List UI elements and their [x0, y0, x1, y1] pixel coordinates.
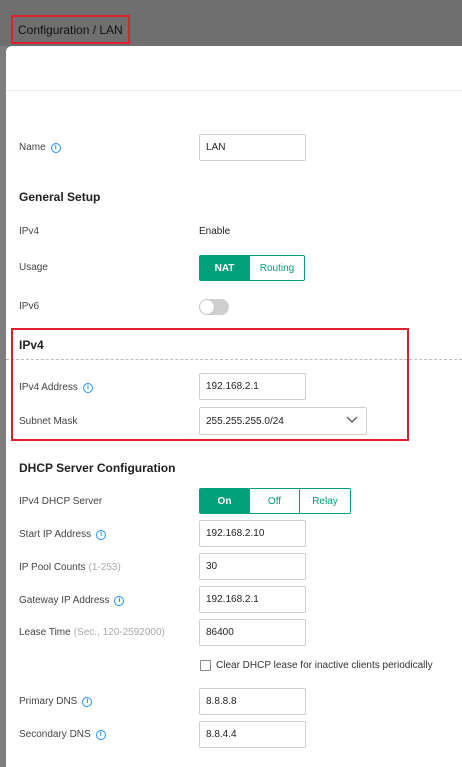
dhcp-server-label: IPv4 DHCP Server [19, 496, 103, 507]
primary-dns-input[interactable]: 8.8.8.8 [199, 688, 306, 715]
usage-segmented-control: NAT Routing [199, 255, 305, 281]
info-icon[interactable]: i [95, 729, 106, 740]
lease-time-input[interactable]: 86400 [199, 619, 306, 646]
general-setup-title: General Setup [19, 190, 101, 204]
info-icon[interactable]: i [114, 595, 125, 606]
lease-time-hint: (Sec., 120-2592000) [73, 627, 165, 638]
ipv4-status: Enable [199, 226, 231, 237]
toggle-knob [200, 300, 214, 314]
lease-time-label: Lease Time (Sec., 120-2592000) [19, 627, 165, 638]
breadcrumb: Configuration / LAN [18, 23, 123, 37]
pool-counts-hint: (1-253) [88, 562, 121, 573]
start-ip-label-text: Start IP Address [19, 529, 92, 540]
info-icon[interactable]: i [96, 529, 107, 540]
clear-lease-label: Clear DHCP lease for inactive clients pe… [216, 660, 433, 671]
gateway-ip-input[interactable]: 192.168.2.1 [199, 586, 306, 613]
ipv4-highlight [11, 328, 409, 441]
usage-nat-button[interactable]: NAT [200, 256, 249, 280]
clear-lease-checkbox[interactable] [200, 660, 211, 671]
gateway-ip-label-text: Gateway IP Address [19, 595, 110, 606]
start-ip-input[interactable]: 192.168.2.10 [199, 520, 306, 547]
gateway-ip-label: Gateway IP Address i [19, 595, 125, 606]
primary-dns-label: Primary DNS i [19, 696, 93, 707]
dhcp-server-segmented-control: On Off Relay [199, 488, 351, 514]
dhcp-on-button[interactable]: On [200, 489, 249, 513]
lease-time-label-text: Lease Time [19, 627, 71, 638]
name-label: Name i [19, 142, 61, 153]
name-label-text: Name [19, 142, 46, 153]
info-icon[interactable]: i [50, 142, 61, 153]
dhcp-relay-button[interactable]: Relay [299, 489, 350, 513]
panel-header [6, 46, 462, 91]
name-input[interactable]: LAN [199, 134, 306, 161]
pool-counts-input[interactable]: 30 [199, 553, 306, 580]
primary-dns-label-text: Primary DNS [19, 696, 78, 707]
pool-counts-label: IP Pool Counts (1-253) [19, 562, 121, 573]
pool-counts-label-text: IP Pool Counts [19, 562, 86, 573]
ipv6-toggle[interactable] [199, 299, 229, 315]
dhcp-section-title: DHCP Server Configuration [19, 461, 176, 475]
secondary-dns-label-text: Secondary DNS [19, 729, 91, 740]
start-ip-label: Start IP Address i [19, 529, 107, 540]
ipv6-label: IPv6 [19, 301, 40, 312]
ipv4-label: IPv4 [19, 226, 40, 237]
info-icon[interactable]: i [82, 696, 93, 707]
secondary-dns-label: Secondary DNS i [19, 729, 106, 740]
dhcp-off-button[interactable]: Off [249, 489, 299, 513]
usage-label: Usage [19, 262, 48, 273]
secondary-dns-input[interactable]: 8.8.4.4 [199, 721, 306, 748]
usage-routing-button[interactable]: Routing [249, 256, 304, 280]
